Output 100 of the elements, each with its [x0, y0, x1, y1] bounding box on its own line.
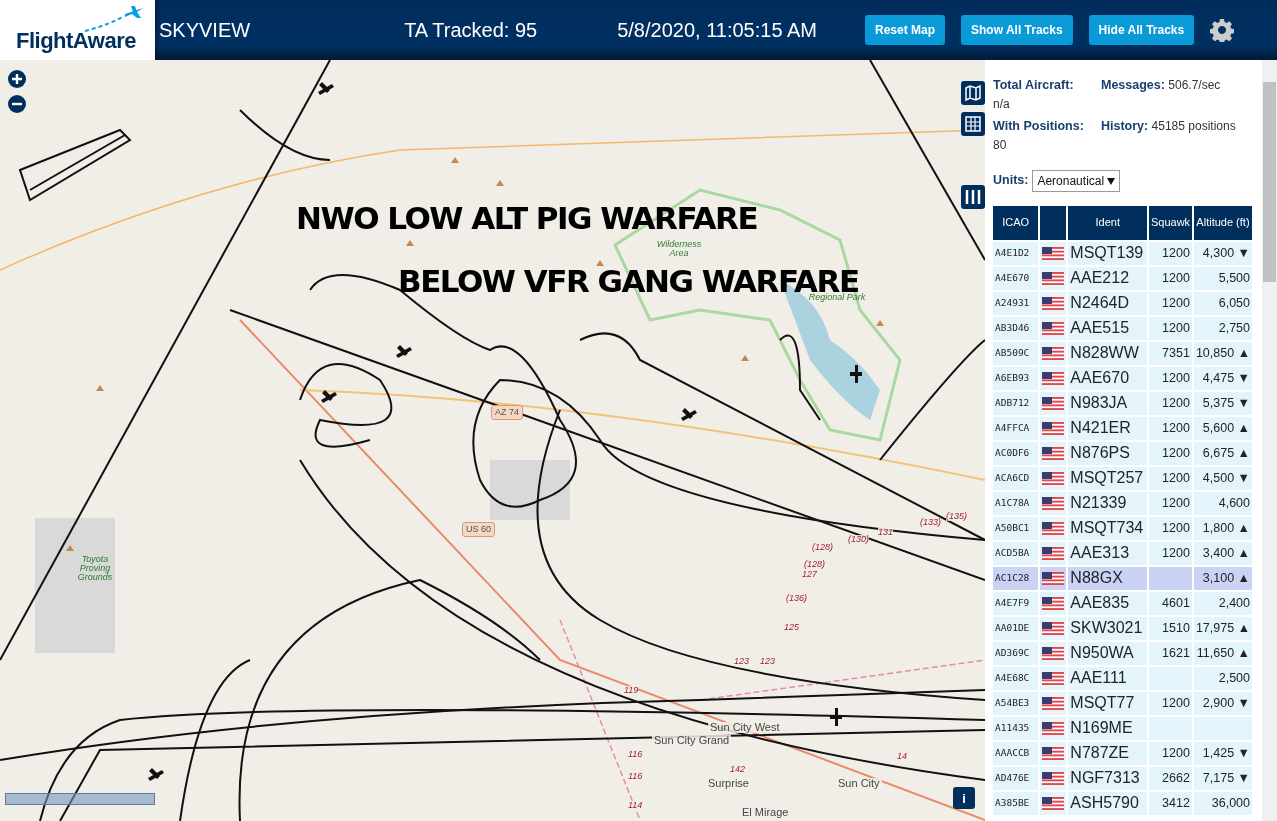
table-cell: AC1C28: [993, 566, 1039, 590]
table-cell: ACD5BA: [993, 541, 1039, 565]
park-label: Wilderness Area: [655, 240, 703, 258]
route-number: (136): [786, 594, 807, 603]
table-cell: AD476E: [993, 766, 1039, 790]
table-cell: 3,400 ▲: [1193, 541, 1252, 565]
table-cell: N21339: [1068, 491, 1148, 515]
overlay-caption: NWO LOW ALT PIG WARFARE: [296, 203, 758, 234]
table-cell: 4,600: [1193, 491, 1252, 515]
table-cell: ADB712: [993, 391, 1039, 415]
route-number: 127: [802, 570, 818, 579]
table-cell: N876PS: [1068, 441, 1148, 465]
table-cell: AAE212: [1068, 266, 1148, 290]
table-cell: A11435: [993, 716, 1039, 740]
table-cell: 7351: [1149, 341, 1192, 365]
route-number: 114: [628, 801, 643, 810]
table-cell: 1621: [1149, 641, 1192, 665]
table-cell: N828WW: [1068, 341, 1148, 365]
table-cell: 1200: [1149, 266, 1192, 290]
table-cell: 6,675 ▲: [1193, 441, 1252, 465]
app-title: SKYVIEW: [159, 18, 251, 43]
table-cell: 1,800 ▲: [1193, 516, 1252, 540]
table-cell: ASH5790: [1068, 791, 1148, 815]
table-cell: NGF7313: [1068, 766, 1148, 790]
table-cell: AAE515: [1068, 316, 1148, 340]
table-cell: 4,300 ▼: [1193, 241, 1252, 265]
table-cell: 2,500: [1193, 666, 1252, 690]
table-cell: 10,850 ▲: [1193, 341, 1252, 365]
route-number: 123: [734, 657, 750, 666]
highway-shield: AZ 74: [491, 405, 523, 420]
table-cell: AAE670: [1068, 366, 1148, 390]
table-cell: 3412: [1149, 791, 1192, 815]
table-cell: SKW3021: [1068, 616, 1148, 640]
route-number: 142: [730, 765, 746, 774]
route-number: (128): [804, 560, 825, 569]
table-cell: 1510: [1149, 616, 1192, 640]
tracked-count: TA Tracked: 95: [404, 18, 538, 43]
table-cell: AAE111: [1068, 666, 1148, 690]
table-cell: 5,375 ▼: [1193, 391, 1252, 415]
place-label: Sun City West: [708, 722, 782, 733]
table-cell: ACA6CD: [993, 466, 1039, 490]
park-label: Regional Park: [808, 293, 866, 302]
table-cell: 1200: [1149, 416, 1192, 440]
table-cell: N2464D: [1068, 291, 1148, 315]
stat-value: 506.7/sec: [1168, 78, 1221, 92]
table-cell: AAE313: [1068, 541, 1148, 565]
table-cell: A4FFCA: [993, 416, 1039, 440]
route-number: (133): [920, 518, 941, 527]
route-number: (130): [848, 535, 869, 544]
stat-label: History:: [1101, 118, 1149, 133]
table-cell: A50BC1: [993, 516, 1039, 540]
park-label: Toyota Proving Grounds: [76, 555, 114, 582]
table-cell: AC0DF6: [993, 441, 1039, 465]
table-cell: A4E670: [993, 266, 1039, 290]
table-cell: 4601: [1149, 591, 1192, 615]
highway-shield: US 60: [462, 522, 495, 537]
place-label: Sun City: [836, 778, 882, 789]
stat-label: Messages:: [1101, 78, 1165, 92]
table-cell: 5,500: [1193, 266, 1252, 290]
table-cell: N787ZE: [1068, 741, 1148, 765]
table-cell: 2,750: [1193, 316, 1252, 340]
table-cell: A54BE3: [993, 691, 1039, 715]
table-cell: 1200: [1149, 291, 1192, 315]
stat-value: n/a: [993, 96, 1010, 111]
table-cell: 4,500 ▼: [1193, 466, 1252, 490]
route-number: 131: [878, 528, 894, 537]
table-cell: 36,000: [1193, 791, 1252, 815]
table-cell: N169ME: [1068, 716, 1148, 740]
table-cell: A4E7F9: [993, 591, 1039, 615]
table-cell: 2,400: [1193, 591, 1252, 615]
table-cell: 1200: [1149, 241, 1192, 265]
date-time: 5/8/2020, 11:05:15 AM: [617, 18, 817, 43]
table-cell: 1200: [1149, 541, 1192, 565]
table-cell: 17,975 ▲: [1193, 616, 1252, 640]
table-cell: 4,475 ▼: [1193, 366, 1252, 390]
table-cell: 1200: [1149, 466, 1192, 490]
table-cell: 1200: [1149, 691, 1192, 715]
table-cell: 2,900 ▼: [1193, 691, 1252, 715]
table-cell: 1200: [1149, 741, 1192, 765]
route-number: (135): [946, 512, 967, 521]
table-cell: AAE835: [1068, 591, 1148, 615]
stat-value: 80: [993, 137, 1007, 152]
table-cell: MSQT257: [1068, 466, 1148, 490]
place-label: Sun City Grand: [652, 735, 732, 746]
stat-value: 45185 positions: [1151, 118, 1236, 133]
table-cell: 1200: [1149, 366, 1192, 390]
route-number: 123: [760, 657, 776, 666]
table-cell: AAACCB: [993, 741, 1039, 765]
table-cell: AA01DE: [993, 616, 1039, 640]
route-number: 119: [624, 686, 639, 695]
route-number: 116: [628, 772, 643, 781]
table-cell: N421ER: [1068, 416, 1148, 440]
table-cell: AD369C: [993, 641, 1039, 665]
table-cell: MSQT139: [1068, 241, 1148, 265]
table-cell: 1,425 ▼: [1193, 741, 1252, 765]
table-cell: A1C78A: [993, 491, 1039, 515]
table-cell: A4E1D2: [993, 241, 1039, 265]
units-label: Units:: [993, 172, 1029, 190]
table-cell: 1200: [1149, 316, 1192, 340]
table-cell: 11,650 ▲: [1193, 641, 1252, 665]
